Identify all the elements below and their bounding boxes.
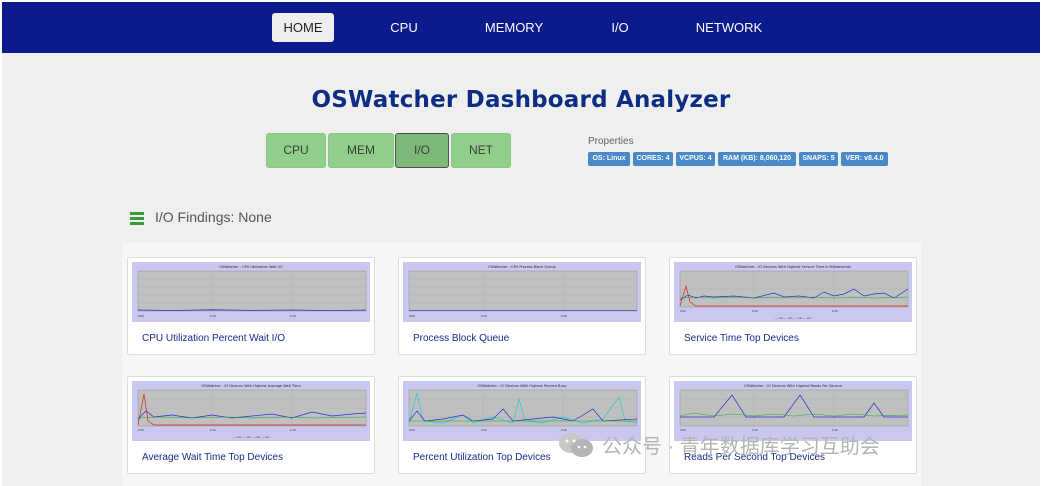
svg-text:0:00: 0:00 <box>409 428 415 432</box>
svg-text:0:15: 0:15 <box>561 314 567 318</box>
svg-text:0:10: 0:10 <box>210 314 216 318</box>
chart-label[interactable]: Percent Utilization Top Devices <box>413 452 551 463</box>
chart-card-avg-wait[interactable]: OSWatcher - IO Devices With Highest Aver… <box>127 376 375 474</box>
chart-label[interactable]: CPU Utilization Percent Wait I/O <box>142 333 285 344</box>
chart-title: OSWatcher - IO Devices With Highest Aver… <box>201 384 300 388</box>
svg-text:0:15: 0:15 <box>290 314 296 318</box>
svg-text:0:00: 0:00 <box>138 314 144 318</box>
chart-thumbnail[interactable]: OSWatcher - CPU Process Block Queue 0:00… <box>403 262 641 322</box>
svg-text:0:15: 0:15 <box>290 428 296 432</box>
nav-home[interactable]: HOME <box>272 13 334 42</box>
badge-vcpus: VCPUS: 4 <box>676 152 715 166</box>
svg-text:0:00: 0:00 <box>409 314 415 318</box>
badge-cores: CORES: 4 <box>633 152 673 166</box>
chart-card-wait-io[interactable]: OSWatcher - CPU Utilization Wait I/O 0:0… <box>127 257 375 355</box>
list-icon <box>130 212 144 225</box>
chart-thumbnail[interactable]: OSWatcher - CPU Utilization Wait I/O 0:0… <box>132 262 370 322</box>
svg-text:0:10: 0:10 <box>752 309 758 313</box>
svg-text:— sd1 — sdb — sda — sdc: — sd1 — sdb — sda — sdc <box>232 435 270 439</box>
chart-card-percent-util[interactable]: OSWatcher - IO Devices With Highest Perc… <box>398 376 646 474</box>
quick-mem-button[interactable]: MEM <box>328 133 394 168</box>
chart-title: OSWatcher - CPU Process Block Queue <box>488 265 556 269</box>
svg-text:0:15: 0:15 <box>832 309 838 313</box>
chart-title: OSWatcher - IO Devices With Highest Perc… <box>477 384 566 388</box>
chart-thumbnail[interactable]: OSWatcher - IO Devices With Highest Serv… <box>674 262 912 322</box>
chart-label[interactable]: Average Wait Time Top Devices <box>142 452 283 463</box>
badge-version: VER: v8.4.0 <box>841 152 888 166</box>
properties-label: Properties <box>588 136 634 147</box>
chart-label[interactable]: Process Block Queue <box>413 333 509 344</box>
badge-snaps: SNAPS: 5 <box>799 152 838 166</box>
app-frame: HOME CPU MEMORY I/O NETWORK OSWatcher Da… <box>2 2 1040 486</box>
quick-net-button[interactable]: NET <box>451 133 511 168</box>
quick-cpu-button[interactable]: CPU <box>266 133 326 168</box>
svg-text:0:10: 0:10 <box>481 428 487 432</box>
watermark-text: 公众号 · 青年数据库学习互助会 <box>602 436 880 458</box>
svg-text:0:00: 0:00 <box>138 428 144 432</box>
svg-text:— sd1 — sdb — sda — sdc: — sd1 — sdb — sda — sdc <box>774 316 812 320</box>
nav-cpu[interactable]: CPU <box>380 13 428 42</box>
wechat-icon <box>559 433 593 457</box>
nav-io[interactable]: I/O <box>600 13 640 42</box>
badge-ram: RAM (KB): 8,060,120 <box>718 152 796 166</box>
badge-os: OS: Linux <box>588 152 630 166</box>
nav-network[interactable]: NETWORK <box>691 13 767 42</box>
page-title: OSWatcher Dashboard Analyzer <box>311 87 731 113</box>
chart-card-service-time[interactable]: OSWatcher - IO Devices With Highest Serv… <box>669 257 917 355</box>
chart-card-reads-per-sec[interactable]: OSWatcher - IO Devices With Highest Read… <box>669 376 917 474</box>
chart-title: OSWatcher - CPU Utilization Wait I/O <box>219 265 283 269</box>
chart-title: OSWatcher - IO Devices With Highest Read… <box>744 384 842 388</box>
svg-text:0:10: 0:10 <box>210 428 216 432</box>
chart-label[interactable]: Service Time Top Devices <box>684 333 799 344</box>
chart-card-block-queue[interactable]: OSWatcher - CPU Process Block Queue 0:00… <box>398 257 646 355</box>
findings-text: I/O Findings: None <box>155 209 272 225</box>
chart-thumbnail[interactable]: OSWatcher - IO Devices With Highest Aver… <box>132 381 370 441</box>
nav-memory[interactable]: MEMORY <box>478 13 550 42</box>
svg-text:0:10: 0:10 <box>481 314 487 318</box>
quick-io-button[interactable]: I/O <box>395 133 449 168</box>
chart-title: OSWatcher - IO Devices With Highest Serv… <box>735 265 851 269</box>
svg-text:0:00: 0:00 <box>680 309 686 313</box>
top-navbar: HOME CPU MEMORY I/O NETWORK <box>2 2 1040 53</box>
